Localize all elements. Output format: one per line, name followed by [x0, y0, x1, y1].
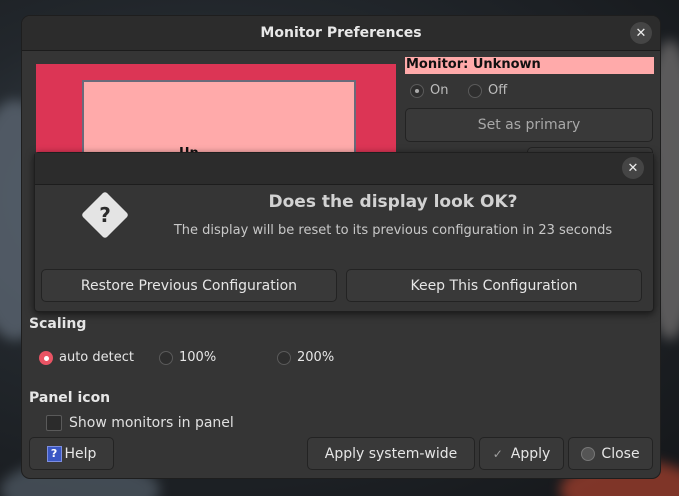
- scaling-100-radio[interactable]: 100%: [159, 350, 216, 365]
- close-icon: ✕: [627, 160, 639, 176]
- scaling-option-label: 100%: [179, 350, 217, 365]
- restore-previous-configuration-button[interactable]: Restore Previous Configuration: [41, 269, 337, 302]
- dialog-title: Does the display look OK?: [268, 192, 518, 212]
- monitor-off-radio[interactable]: Off: [468, 83, 507, 98]
- keep-this-configuration-button[interactable]: Keep This Configuration: [346, 269, 642, 302]
- apply-button[interactable]: ✓ Apply: [479, 437, 564, 470]
- apply-label: Apply: [510, 445, 551, 462]
- close-label: Close: [601, 445, 640, 462]
- radio-selected-icon: [39, 350, 53, 365]
- apply-system-wide-label: Apply system-wide: [324, 445, 458, 462]
- help-icon: ?: [46, 445, 62, 462]
- monitor-on-label: On: [430, 83, 449, 98]
- monitor-on-radio[interactable]: On: [410, 83, 448, 98]
- window-title: Monitor Preferences: [260, 25, 422, 41]
- checkmark-icon: ✓: [492, 446, 503, 461]
- radio-selected-icon: [410, 83, 424, 98]
- scaling-section-label: Scaling: [29, 316, 87, 332]
- close-icon: ✕: [635, 25, 647, 41]
- radio-unselected-icon: [468, 83, 482, 98]
- help-label: Help: [64, 445, 97, 462]
- confirm-display-dialog: ✕ ? Does the display look OK? The displa…: [34, 152, 654, 312]
- checkbox-unchecked-icon: [46, 415, 62, 431]
- radio-unselected-icon: [159, 350, 173, 365]
- apply-system-wide-button[interactable]: Apply system-wide: [307, 437, 475, 470]
- close-button[interactable]: Close: [568, 437, 653, 470]
- close-icon: [581, 446, 596, 461]
- keep-label: Keep This Configuration: [410, 277, 578, 294]
- scaling-200-radio[interactable]: 200%: [277, 350, 334, 365]
- help-button[interactable]: ? Help: [29, 437, 114, 470]
- show-monitors-label: Show monitors in panel: [69, 415, 234, 431]
- monitor-off-label: Off: [488, 83, 508, 98]
- radio-unselected-icon: [277, 350, 291, 365]
- dialog-close-button[interactable]: ✕: [622, 157, 644, 179]
- restore-label: Restore Previous Configuration: [80, 277, 298, 294]
- set-as-primary-button[interactable]: Set as primary: [405, 108, 653, 142]
- window-close-button[interactable]: ✕: [630, 22, 652, 44]
- window-titlebar: Monitor Preferences ✕: [22, 16, 660, 51]
- monitor-name-header: Monitor: Unknown: [405, 57, 654, 74]
- set-as-primary-label: Set as primary: [477, 117, 581, 133]
- scaling-option-label: 200%: [297, 350, 335, 365]
- scaling-option-label: auto detect: [59, 350, 134, 365]
- dialog-message: The display will be reset to its previou…: [173, 223, 613, 238]
- scaling-auto-detect-radio[interactable]: auto detect: [39, 350, 134, 365]
- dialog-titlebar: ✕: [35, 153, 653, 185]
- panel-icon-section-label: Panel icon: [29, 390, 111, 406]
- show-monitors-checkbox[interactable]: Show monitors in panel: [46, 415, 234, 431]
